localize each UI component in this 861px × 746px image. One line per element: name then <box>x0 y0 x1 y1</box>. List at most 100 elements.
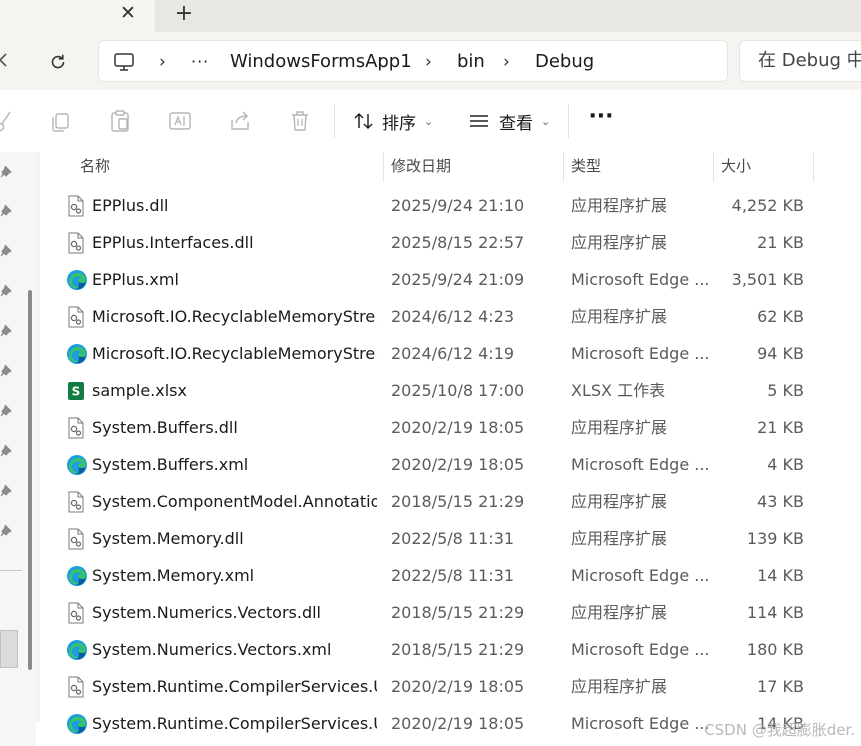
toolbar-divider <box>568 104 569 138</box>
column-header-date[interactable]: 修改日期 <box>384 152 563 182</box>
breadcrumb-chevron-icon[interactable]: › <box>425 50 432 74</box>
back-arrow-icon[interactable] <box>0 46 14 74</box>
search-input[interactable]: 在 Debug 中搜索 <box>739 40 861 82</box>
file-size: 139 KB <box>746 529 804 548</box>
refresh-button[interactable] <box>42 46 74 78</box>
cut-icon[interactable] <box>0 108 18 134</box>
pin-icon[interactable] <box>0 483 14 499</box>
file-size: 21 KB <box>757 418 804 437</box>
svg-text:S: S <box>72 385 81 399</box>
view-list-icon <box>470 115 488 127</box>
file-name: System.Memory.xml <box>92 566 255 585</box>
pin-icon[interactable] <box>0 523 14 539</box>
file-name: System.Runtime.CompilerServices.U... <box>92 714 377 733</box>
sort-icon <box>354 112 373 130</box>
pin-icon[interactable] <box>0 283 14 299</box>
edge-xml-icon <box>66 269 87 291</box>
dll-file-icon <box>66 195 86 217</box>
toolbar-divider <box>334 104 335 138</box>
file-name: EPPlus.dll <box>92 196 169 215</box>
file-modified-date: 2020/2/19 18:05 <box>391 677 525 696</box>
file-name: EPPlus.Interfaces.dll <box>92 233 254 252</box>
pin-icon[interactable] <box>0 363 14 379</box>
file-type: 应用程序扩展 <box>571 233 668 252</box>
file-size: 5 KB <box>767 381 804 400</box>
file-row[interactable]: System.Buffers.xml 2020/2/19 18:05 Microso… <box>40 446 861 483</box>
file-row[interactable]: EPPlus.xml 2025/9/24 21:09 Microsoft Edge … <box>40 261 861 298</box>
pin-icon[interactable] <box>0 164 14 180</box>
file-row[interactable]: System.Numerics.Vectors.xml 2018/5/15 21:… <box>40 631 861 668</box>
file-type: 应用程序扩展 <box>571 529 668 548</box>
view-button[interactable]: 查看 ⌄ <box>467 106 550 136</box>
file-row[interactable]: System.Memory.dll 2022/5/8 11:31 应用程序扩展 139… <box>40 520 861 557</box>
pin-icon[interactable] <box>0 403 14 419</box>
breadcrumb-item-bin[interactable]: bin <box>457 50 485 74</box>
more-options-button[interactable]: ··· <box>586 106 616 136</box>
view-label: 查看 <box>499 113 533 134</box>
file-size: 17 KB <box>757 677 804 696</box>
copy-icon[interactable] <box>48 108 74 134</box>
paste-icon[interactable] <box>107 108 133 134</box>
file-modified-date: 2024/6/12 4:19 <box>391 344 515 363</box>
chevron-down-icon: ⌄ <box>424 114 434 128</box>
pin-icon[interactable] <box>0 323 14 339</box>
file-row[interactable]: System.Memory.xml 2022/5/8 11:31 Microsoft… <box>40 557 861 594</box>
pin-icon[interactable] <box>0 443 14 459</box>
file-name: EPPlus.xml <box>92 270 179 289</box>
file-row[interactable]: Microsoft.IO.RecyclableMemoryStre... 2024… <box>40 298 861 335</box>
breadcrumb-chevron-icon[interactable]: › <box>503 50 510 74</box>
breadcrumb-item-windowsformsapp1[interactable]: WindowsFormsApp1 <box>230 50 412 74</box>
sort-button[interactable]: 排序 ⌄ <box>352 106 433 136</box>
file-type: 应用程序扩展 <box>571 677 668 696</box>
file-name: System.Memory.dll <box>92 529 244 548</box>
file-row[interactable]: EPPlus.Interfaces.dll 2025/8/15 22:57 应用程序… <box>40 224 861 261</box>
address-bar[interactable]: › ··· WindowsFormsApp1 › bin › Debug <box>98 40 728 82</box>
rename-icon[interactable] <box>167 108 193 134</box>
file-row[interactable]: System.Buffers.dll 2020/2/19 18:05 应用程序扩展 2… <box>40 409 861 446</box>
file-type: Microsoft Edge ... <box>571 344 710 363</box>
edge-xml-icon <box>66 639 87 661</box>
column-header-name[interactable]: 名称 <box>73 152 383 182</box>
file-modified-date: 2024/6/12 4:23 <box>391 307 515 326</box>
column-divider[interactable] <box>813 152 814 182</box>
file-row[interactable]: System.Runtime.CompilerServices.U... 2020… <box>40 668 861 705</box>
file-row[interactable]: EPPlus.dll 2025/9/24 21:10 应用程序扩展 4,252 KB <box>40 187 861 224</box>
file-type: Microsoft Edge ... <box>571 455 710 474</box>
column-header-size[interactable]: 大小 <box>714 152 813 182</box>
file-type: XLSX 工作表 <box>571 381 666 400</box>
dll-file-icon <box>66 232 86 254</box>
file-name: System.Buffers.xml <box>92 455 249 474</box>
new-tab-icon[interactable]: + <box>168 0 200 26</box>
breadcrumb-item-debug[interactable]: Debug <box>535 50 594 74</box>
breadcrumb-overflow-button[interactable]: ··· <box>191 50 209 74</box>
breadcrumb-chevron-icon[interactable]: › <box>159 50 166 74</box>
file-modified-date: 2018/5/15 21:29 <box>391 492 525 511</box>
file-row[interactable]: Ssample.xlsx 2025/10/8 17:00 XLSX 工作表 5 KB <box>40 372 861 409</box>
delete-icon[interactable] <box>287 108 313 134</box>
file-row[interactable]: Microsoft.IO.RecyclableMemoryStre... 2024… <box>40 335 861 372</box>
pin-icon[interactable] <box>0 203 14 219</box>
share-icon[interactable] <box>227 108 253 134</box>
file-size: 43 KB <box>757 492 804 511</box>
tab-close-icon[interactable]: ✕ <box>112 0 144 26</box>
file-row[interactable]: System.ComponentModel.Annotatio... 2018/5… <box>40 483 861 520</box>
file-type: Microsoft Edge ... <box>571 270 710 289</box>
this-pc-icon[interactable] <box>113 51 135 73</box>
file-type: Microsoft Edge ... <box>571 714 710 733</box>
file-list: ⌃ 名称 修改日期 类型 大小 EPPlus.dll 2025/9/24 21:1… <box>40 152 861 746</box>
column-header-type[interactable]: 类型 <box>564 152 713 182</box>
command-bar: 排序 ⌄ 查看 ⌄ ··· <box>0 90 861 152</box>
pin-icon[interactable] <box>0 243 14 259</box>
column-header-row: ⌃ 名称 修改日期 类型 大小 <box>40 152 861 182</box>
file-size: 180 KB <box>746 640 804 659</box>
nav-scrollbar[interactable] <box>28 290 32 670</box>
edge-xml-icon <box>66 454 87 476</box>
edge-xml-icon <box>66 565 87 587</box>
file-type: 应用程序扩展 <box>571 196 668 215</box>
sort-label: 排序 <box>382 113 416 134</box>
file-name: Microsoft.IO.RecyclableMemoryStre... <box>92 344 377 363</box>
file-size: 21 KB <box>757 233 804 252</box>
nav-selected-item[interactable] <box>0 630 18 668</box>
file-name: System.Numerics.Vectors.xml <box>92 640 332 659</box>
file-row[interactable]: System.Numerics.Vectors.dll 2018/5/15 21:… <box>40 594 861 631</box>
